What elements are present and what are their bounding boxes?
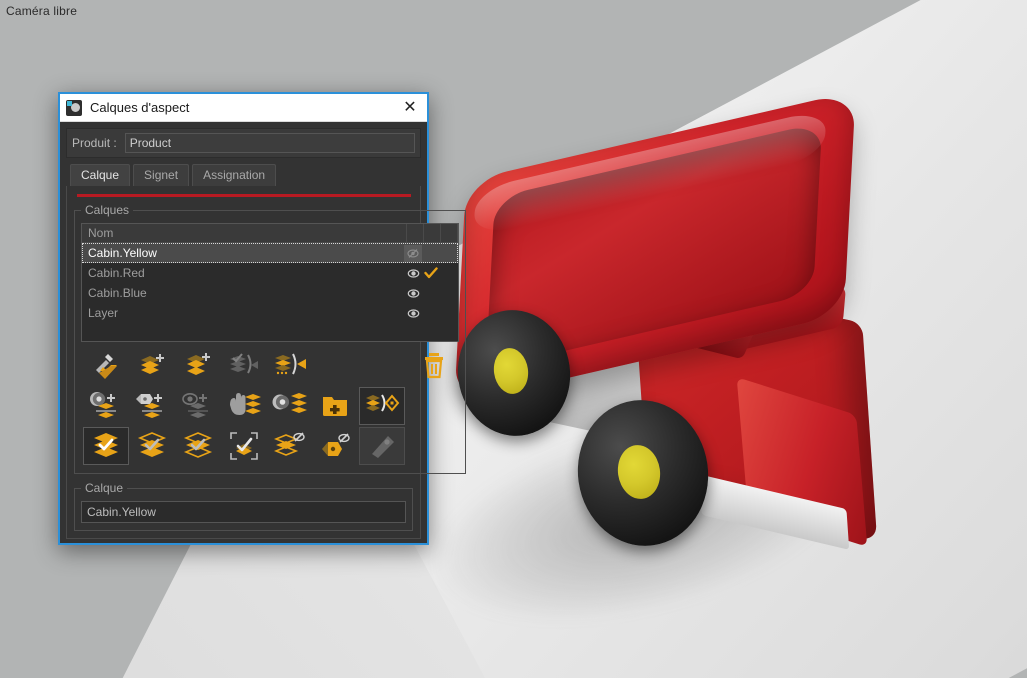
table-row[interactable]: Cabin.Yellow bbox=[82, 243, 458, 263]
tab-accent-bar bbox=[77, 194, 411, 197]
calque-name-input[interactable] bbox=[81, 501, 406, 523]
product-input[interactable] bbox=[125, 133, 415, 153]
visibility-cell[interactable] bbox=[404, 308, 422, 319]
layers-group: Calques Nom Cabin.Yellow bbox=[74, 203, 466, 474]
layers-listbox[interactable]: Nom Cabin.Yellow bbox=[81, 223, 459, 342]
check-icon bbox=[424, 267, 438, 279]
dialog-body: Produit : Calque Signet Assignation Calq… bbox=[60, 122, 427, 545]
view-layer-icon[interactable] bbox=[267, 387, 313, 425]
layers-toolbar bbox=[81, 342, 459, 466]
layer-name: Cabin.Blue bbox=[88, 286, 404, 300]
column-header-applied[interactable] bbox=[424, 224, 441, 242]
apply-layer-arrow-icon[interactable] bbox=[221, 347, 267, 385]
visibility-cell[interactable] bbox=[404, 268, 422, 279]
add-visibility-filter-icon[interactable] bbox=[83, 387, 129, 425]
product-label: Produit : bbox=[72, 136, 117, 150]
layers-eye-icon bbox=[66, 100, 82, 116]
add-view-filter-icon[interactable] bbox=[175, 387, 221, 425]
layers-list-rows: Cabin.Yellow bbox=[82, 243, 458, 341]
column-header-extra[interactable] bbox=[441, 224, 458, 242]
close-icon[interactable]: ✕ bbox=[397, 96, 423, 120]
add-tag-filter-icon[interactable] bbox=[129, 387, 175, 425]
activate-layer-outline-icon[interactable] bbox=[129, 427, 175, 465]
dialog-title: Calques d'aspect bbox=[90, 100, 397, 115]
table-row[interactable]: Cabin.Red bbox=[82, 263, 458, 283]
table-row[interactable]: Cabin.Blue bbox=[82, 283, 458, 303]
toolbar-row-2 bbox=[83, 386, 457, 426]
layer-name: Layer bbox=[88, 306, 404, 320]
activate-layer-icon[interactable] bbox=[83, 427, 129, 465]
toolbar-spacer bbox=[313, 347, 359, 385]
eye-visible-icon bbox=[407, 288, 420, 299]
hand-layer-icon[interactable] bbox=[221, 387, 267, 425]
eyedropper-pick-layer-icon[interactable] bbox=[83, 347, 129, 385]
layers-list-header: Nom bbox=[82, 224, 458, 243]
aspect-layers-dialog[interactable]: Calques d'aspect ✕ Produit : Calque Sign… bbox=[58, 92, 429, 545]
select-in-scene-icon[interactable] bbox=[221, 427, 267, 465]
calque-group-legend: Calque bbox=[81, 481, 127, 495]
table-row[interactable]: Layer bbox=[82, 303, 458, 323]
layer-name: Cabin.Yellow bbox=[88, 246, 404, 260]
toolbar-row-3 bbox=[83, 426, 457, 466]
product-row: Produit : bbox=[66, 128, 421, 158]
column-header-nom[interactable]: Nom bbox=[82, 224, 407, 242]
new-layer-icon[interactable] bbox=[129, 347, 175, 385]
new-folder-icon[interactable] bbox=[313, 387, 359, 425]
layer-name: Cabin.Red bbox=[88, 266, 404, 280]
trash-delete-icon[interactable] bbox=[411, 347, 457, 385]
tab-calque[interactable]: Calque bbox=[70, 164, 130, 186]
dialog-titlebar[interactable]: Calques d'aspect ✕ bbox=[60, 94, 427, 122]
calque-group: Calque bbox=[74, 481, 413, 531]
column-header-visibility[interactable] bbox=[407, 224, 424, 242]
visibility-cell[interactable] bbox=[404, 245, 422, 262]
app-root: Caméra libre Calques d'aspect ✕ Produit … bbox=[0, 0, 1027, 678]
hide-layer-icon[interactable] bbox=[267, 427, 313, 465]
extract-layer-arrow-icon[interactable] bbox=[267, 347, 313, 385]
eye-visible-icon bbox=[407, 308, 420, 319]
toolbar-row-1 bbox=[83, 346, 457, 386]
camera-label: Caméra libre bbox=[6, 4, 77, 18]
activate-layer-alt-icon[interactable] bbox=[175, 427, 221, 465]
duplicate-layer-icon[interactable] bbox=[175, 347, 221, 385]
tab-assignation[interactable]: Assignation bbox=[192, 164, 276, 186]
hide-tag-icon[interactable] bbox=[313, 427, 359, 465]
applied-cell[interactable] bbox=[422, 267, 440, 279]
tag-disabled-icon[interactable] bbox=[359, 427, 405, 465]
eye-hidden-icon[interactable] bbox=[404, 245, 422, 262]
visibility-cell[interactable] bbox=[404, 288, 422, 299]
layers-group-legend: Calques bbox=[81, 203, 133, 217]
tabs: Calque Signet Assignation bbox=[66, 164, 421, 186]
eye-visible-icon bbox=[407, 268, 420, 279]
assign-layer-target-icon[interactable] bbox=[359, 387, 405, 425]
tab-panel-calque: Calques Nom Cabin.Yellow bbox=[66, 186, 421, 539]
tab-signet[interactable]: Signet bbox=[133, 164, 189, 186]
